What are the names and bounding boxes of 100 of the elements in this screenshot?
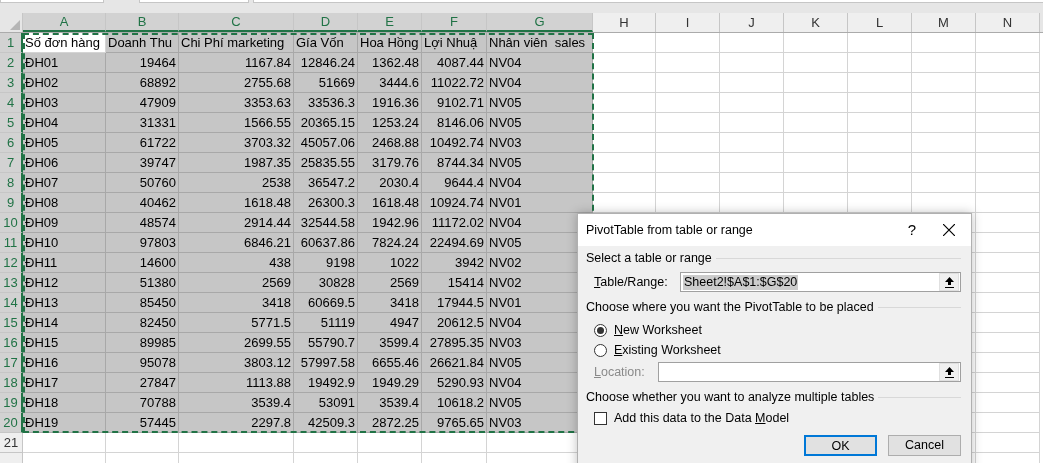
row-header[interactable]: 6 (0, 133, 23, 153)
table-cell: 2569 (179, 273, 294, 293)
table-cell (593, 153, 656, 173)
row-header[interactable]: 16 (0, 333, 23, 353)
table-cell: 10618.2 (422, 393, 487, 413)
table-cell: 15414 (422, 273, 487, 293)
column-header[interactable]: I (656, 13, 720, 32)
table-cell: 51119 (294, 313, 358, 333)
collapse-dialog-button[interactable] (939, 363, 959, 381)
row-header[interactable]: 5 (0, 113, 23, 133)
table-cell (912, 73, 976, 93)
dialog-button[interactable]: Cancel (888, 435, 961, 456)
column-header[interactable]: A (23, 13, 106, 32)
column-header[interactable]: C (179, 13, 294, 32)
row-header[interactable]: 8 (0, 173, 23, 193)
row-header[interactable]: 9 (0, 193, 23, 213)
help-button[interactable]: ? (897, 214, 927, 246)
table-cell: 1987.35 (179, 153, 294, 173)
column-header[interactable]: H (593, 13, 656, 32)
table-cell (976, 73, 1040, 93)
table-cell (656, 53, 720, 73)
range-input-field[interactable] (658, 362, 961, 382)
table-cell (976, 333, 1040, 353)
table-cell (593, 53, 656, 73)
row-header[interactable]: 7 (0, 153, 23, 173)
row-header[interactable]: 12 (0, 253, 23, 273)
dialog-button[interactable]: OK (804, 435, 877, 456)
radio-button[interactable] (594, 323, 607, 337)
row-header[interactable]: 14 (0, 293, 23, 313)
table-cell: Nhân viên sales (487, 33, 593, 53)
table-cell: 68892 (106, 73, 179, 93)
table-cell: 1113.88 (179, 373, 294, 393)
table-cell: 51669 (294, 73, 358, 93)
table-cell (976, 413, 1040, 433)
column-header[interactable]: M (912, 13, 976, 32)
table-cell (848, 33, 912, 53)
table-cell (912, 133, 976, 153)
row-header[interactable]: 3 (0, 73, 23, 93)
table-cell: 36547.2 (294, 173, 358, 193)
column-header[interactable]: J (720, 13, 784, 32)
row-header[interactable]: 2 (0, 53, 23, 73)
table-cell: 25835.55 (294, 153, 358, 173)
table-cell (976, 193, 1040, 213)
row-header[interactable]: 18 (0, 373, 23, 393)
table-cell: 1916.36 (358, 93, 422, 113)
checkbox[interactable] (594, 411, 607, 425)
row-header[interactable]: 1 (0, 33, 23, 53)
table-cell: 3942 (422, 253, 487, 273)
row-header[interactable]: 15 (0, 313, 23, 333)
table-cell: 8146.06 (422, 113, 487, 133)
collapse-dialog-button[interactable] (939, 273, 959, 291)
radio-button[interactable] (594, 343, 607, 357)
row-header[interactable]: 17 (0, 353, 23, 373)
radio-option[interactable]: New Worksheet (594, 320, 961, 340)
formula-bar-field[interactable] (253, 0, 1043, 3)
table-cell: 1022 (358, 253, 422, 273)
column-header[interactable]: B (106, 13, 179, 32)
table-cell: 2755.68 (179, 73, 294, 93)
column-header[interactable]: L (848, 13, 912, 32)
table-cell (720, 133, 784, 153)
table-cell: 2030.4 (358, 173, 422, 193)
table-cell (848, 53, 912, 73)
table-cell: 1949.29 (358, 373, 422, 393)
table-cell: 39747 (106, 153, 179, 173)
table-cell: 19492.9 (294, 373, 358, 393)
table-cell (784, 53, 848, 73)
row-header[interactable]: 4 (0, 93, 23, 113)
column-header[interactable]: E (358, 13, 422, 32)
row-header[interactable]: 20 (0, 413, 23, 433)
table-cell (720, 53, 784, 73)
radio-option[interactable]: Existing Worksheet (594, 340, 961, 360)
table-cell: 2468.88 (358, 133, 422, 153)
row-header[interactable]: 11 (0, 233, 23, 253)
table-cell (848, 93, 912, 113)
column-header[interactable]: K (784, 13, 848, 32)
table-cell: ĐH03 (23, 93, 106, 113)
table-cell: 3703.32 (179, 133, 294, 153)
row-header[interactable]: 13 (0, 273, 23, 293)
table-cell: ĐH14 (23, 313, 106, 333)
table-cell (976, 233, 1040, 253)
table-cell: 31331 (106, 113, 179, 133)
range-input-field[interactable]: Sheet2!$A$1:$G$20 (680, 272, 961, 292)
row-header[interactable]: 10 (0, 213, 23, 233)
column-header[interactable]: D (294, 13, 358, 32)
table-cell: 26300.3 (294, 193, 358, 213)
up-arrow-icon (944, 366, 954, 378)
table-cell: 3444.6 (358, 73, 422, 93)
column-header[interactable]: N (976, 13, 1040, 32)
table-cell (784, 93, 848, 113)
table-cell: ĐH11 (23, 253, 106, 273)
column-header[interactable]: F (422, 13, 487, 32)
row-header[interactable]: 21 (0, 433, 23, 453)
table-cell (848, 173, 912, 193)
table-cell: 61722 (106, 133, 179, 153)
table-cell: 9644.4 (422, 173, 487, 193)
name-box-field[interactable] (0, 0, 104, 3)
table-cell: ĐH02 (23, 73, 106, 93)
row-header[interactable]: 19 (0, 393, 23, 413)
table-cell: ĐH04 (23, 113, 106, 133)
function-box[interactable] (139, 0, 249, 3)
